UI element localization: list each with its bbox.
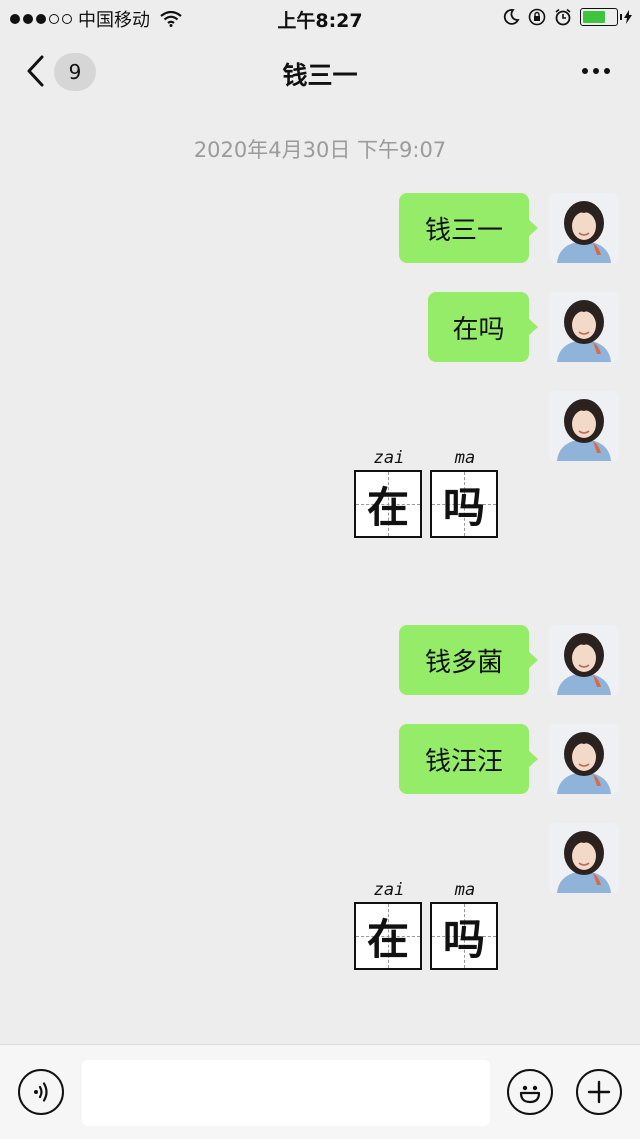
more-dot-icon: [582, 68, 588, 74]
grid-character: 在: [366, 482, 409, 532]
grid-character: 吗: [442, 482, 485, 532]
message-bubble[interactable]: 在吗: [428, 292, 538, 362]
voice-icon: [34, 1082, 48, 1102]
character-grid: 吗: [430, 470, 498, 538]
message-input[interactable]: [82, 1060, 490, 1126]
avatar[interactable]: [549, 292, 619, 362]
message-bubble[interactable]: 钱多菌: [399, 625, 538, 695]
pinyin-label: ma: [454, 880, 476, 900]
character-grid: 在: [354, 902, 422, 970]
charging-icon: [624, 10, 632, 24]
sticker-message[interactable]: zai ma 在 吗: [354, 880, 500, 980]
pinyin-label: zai: [373, 448, 405, 468]
message-bubble[interactable]: 钱汪汪: [399, 724, 538, 794]
avatar[interactable]: [549, 823, 619, 893]
more-functions-button[interactable]: [576, 1069, 622, 1115]
avatar-image: [549, 724, 619, 794]
emoji-icon: [519, 1085, 541, 1104]
avatar-image: [549, 625, 619, 695]
plus-icon: [587, 1080, 611, 1104]
avatar[interactable]: [549, 391, 619, 461]
character-grid: 吗: [430, 902, 498, 970]
avatar[interactable]: [549, 724, 619, 794]
more-dot-icon: [593, 68, 599, 74]
more-options-button[interactable]: [582, 68, 610, 74]
status-bar: 中国移动 上午8:27: [0, 0, 640, 36]
sticker-message[interactable]: zai ma 在 吗: [354, 448, 500, 548]
input-bar: [0, 1044, 640, 1139]
grid-character: 在: [366, 914, 409, 964]
grid-character: 吗: [442, 914, 485, 964]
moon-icon: [503, 9, 520, 25]
more-dot-icon: [604, 68, 610, 74]
emoji-button[interactable]: [507, 1069, 553, 1115]
pinyin-label: zai: [373, 880, 405, 900]
rotation-lock-icon: [528, 8, 546, 26]
avatar-image: [549, 823, 619, 893]
avatar[interactable]: [549, 193, 619, 263]
avatar-image: [549, 292, 619, 362]
avatar-image: [549, 193, 619, 263]
chat-timestamp: 2020年4月30日 下午9:07: [193, 138, 447, 162]
avatar[interactable]: [549, 625, 619, 695]
avatar-image: [549, 391, 619, 461]
alarm-icon: [555, 8, 571, 26]
battery-icon: [580, 8, 632, 26]
message-bubble[interactable]: 钱三一: [399, 193, 538, 263]
status-bar-right: [502, 8, 632, 26]
nav-bar: 9 钱三一: [0, 36, 640, 108]
character-grid: 在: [354, 470, 422, 538]
pinyin-label: ma: [454, 448, 476, 468]
voice-button[interactable]: [18, 1069, 64, 1115]
chat-title: 钱三一: [282, 61, 358, 90]
